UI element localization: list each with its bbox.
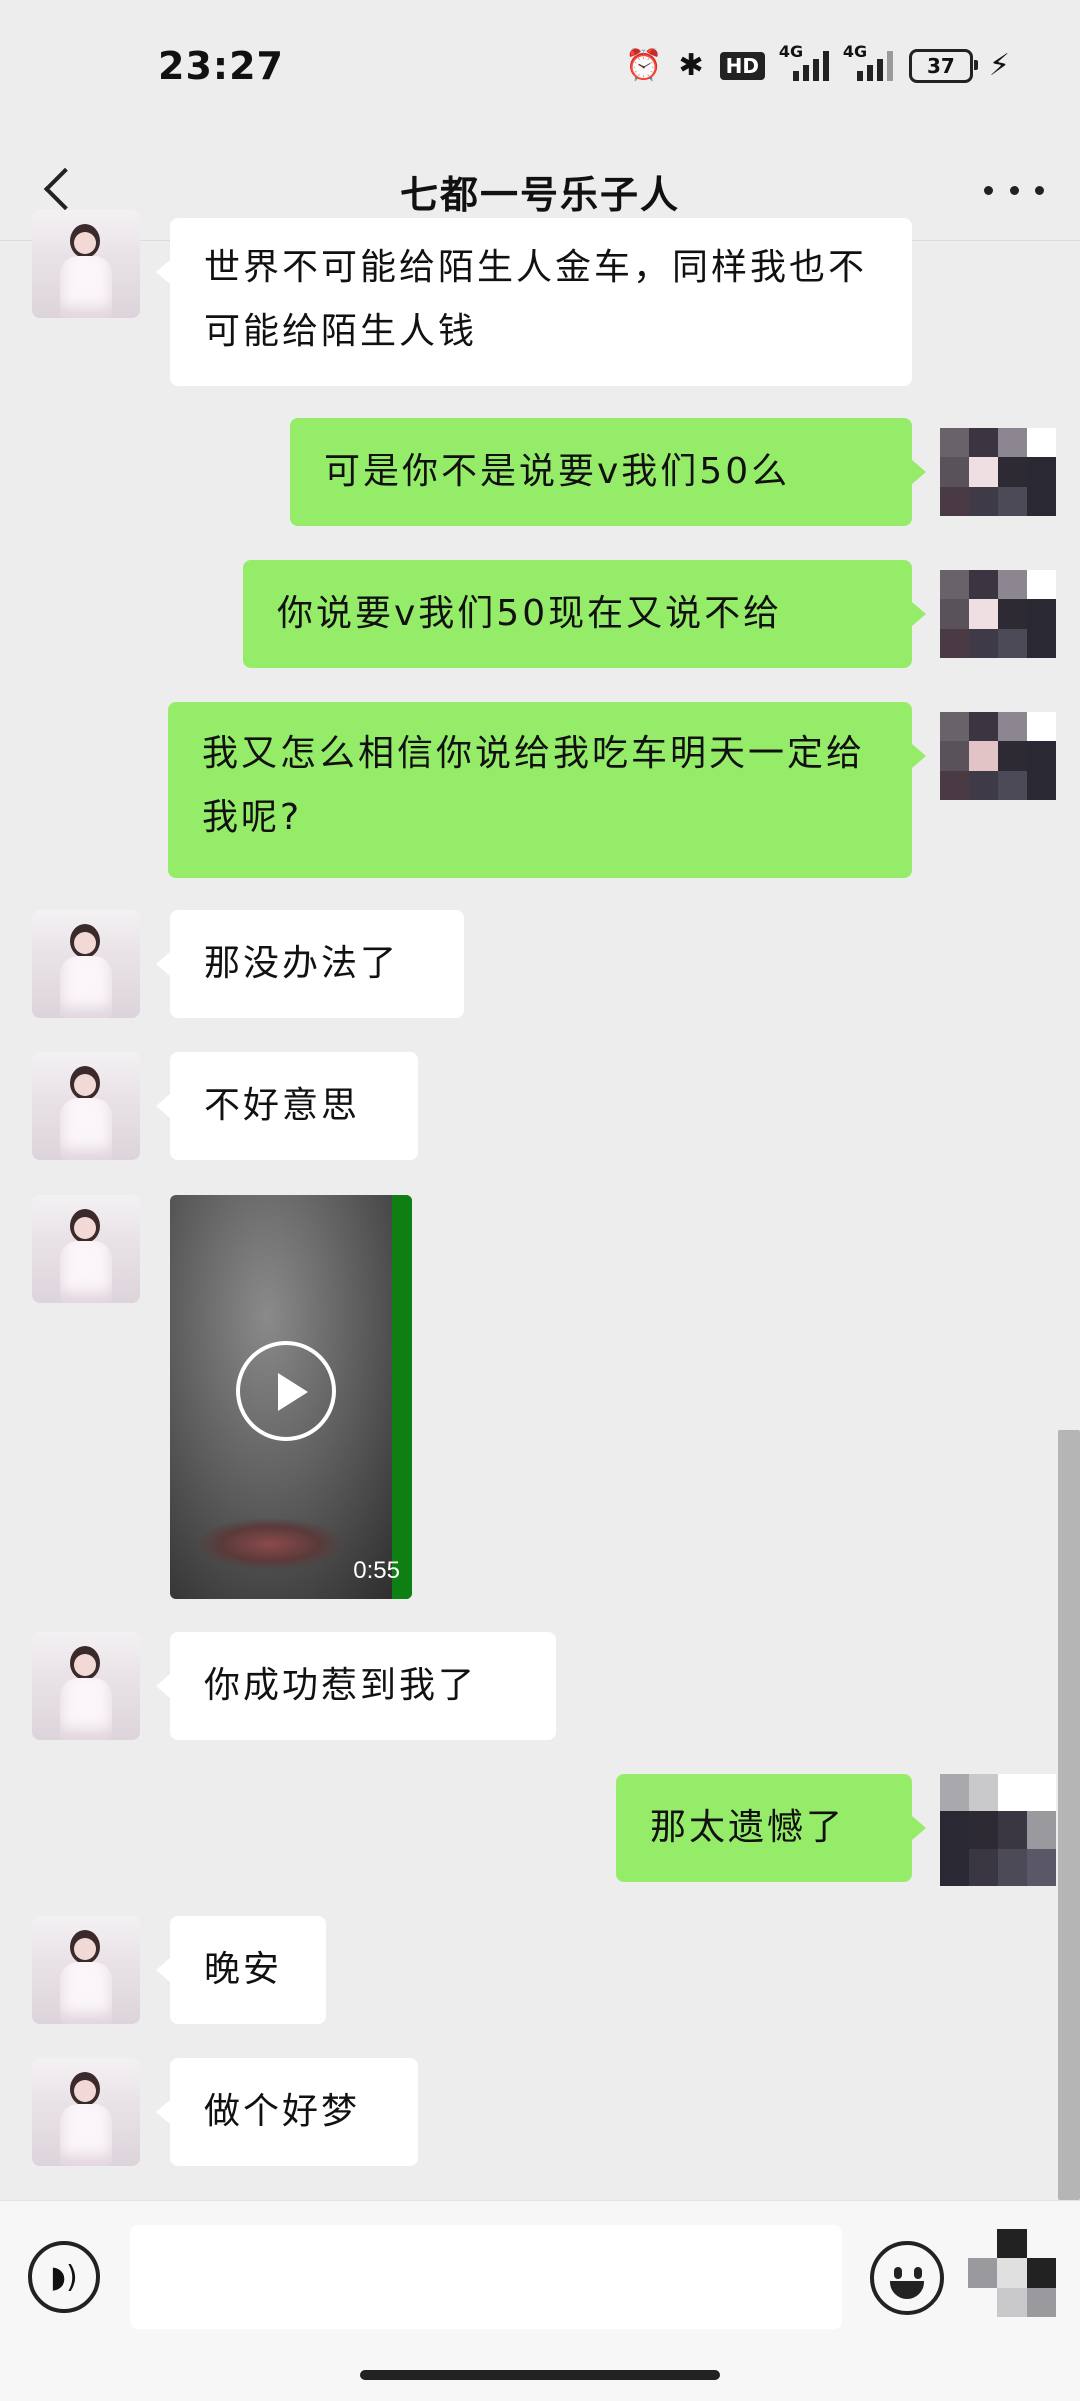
contact-avatar[interactable] bbox=[32, 1052, 140, 1160]
message-text: 世界不可能给陌生人金车，同样我也不可能给陌生人钱 bbox=[204, 247, 868, 352]
signal-icon-2: 4G bbox=[843, 42, 893, 81]
charging-icon: ⚡ bbox=[988, 48, 1010, 83]
battery-level: 37 bbox=[927, 53, 955, 78]
chat-title: 七都一号乐子人 bbox=[399, 173, 680, 217]
message-bubble[interactable]: 那没办法了 bbox=[156, 910, 464, 1018]
message-bubble[interactable]: 做个好梦 bbox=[156, 2058, 418, 2166]
message-bubble[interactable]: 不好意思 bbox=[156, 1052, 418, 1160]
message-text: 那太遗憾了 bbox=[650, 1807, 846, 1848]
message-text: 做个好梦 bbox=[204, 2091, 361, 2132]
message-text: 你说要v我们50现在又说不给 bbox=[277, 593, 783, 634]
message-bubble[interactable]: 你说要v我们50现在又说不给 bbox=[243, 560, 926, 668]
bluetooth-icon: ✱ bbox=[678, 48, 704, 83]
contact-avatar[interactable] bbox=[32, 910, 140, 1018]
message-bubble[interactable]: 我又怎么相信你说给我吃车明天一定给我呢? bbox=[168, 702, 926, 878]
home-indicator[interactable] bbox=[360, 2370, 720, 2380]
contact-avatar[interactable] bbox=[32, 1916, 140, 2024]
message-bubble[interactable]: 可是你不是说要v我们50么 bbox=[290, 418, 926, 526]
message-bubble[interactable]: 你成功惹到我了 bbox=[156, 1632, 556, 1740]
message-text: 晚安 bbox=[204, 1949, 283, 1990]
contact-avatar[interactable] bbox=[32, 1632, 140, 1740]
contact-avatar[interactable] bbox=[32, 210, 140, 318]
status-time: 23:27 bbox=[158, 44, 284, 88]
self-avatar[interactable] bbox=[940, 570, 1056, 658]
self-avatar[interactable] bbox=[940, 428, 1056, 516]
message-text: 你成功惹到我了 bbox=[204, 1665, 478, 1706]
play-icon[interactable] bbox=[236, 1341, 336, 1441]
message-bubble[interactable]: 世界不可能给陌生人金车，同样我也不可能给陌生人钱 bbox=[156, 218, 912, 386]
status-bar: 23:27 ⏰ ✱ HD 4G 4G 37 ⚡ bbox=[0, 0, 1080, 140]
contact-avatar[interactable] bbox=[32, 2058, 140, 2166]
message-input[interactable] bbox=[130, 2225, 842, 2329]
message-text: 我又怎么相信你说给我吃车明天一定给我呢? bbox=[202, 733, 866, 838]
video-duration: 0:55 bbox=[353, 1557, 400, 1584]
signal-icon-1: 4G bbox=[779, 42, 829, 81]
message-text: 那没办法了 bbox=[204, 943, 400, 984]
self-avatar[interactable] bbox=[940, 712, 1056, 800]
voice-icon[interactable]: ◗) bbox=[28, 2241, 100, 2313]
battery-icon: 37 bbox=[908, 48, 978, 83]
network-type-2: 4G bbox=[842, 41, 868, 61]
plus-icon[interactable] bbox=[968, 2229, 1056, 2317]
more-options-button[interactable] bbox=[984, 170, 1044, 210]
scrollbar[interactable] bbox=[1058, 1430, 1080, 2200]
alarm-icon: ⏰ bbox=[625, 48, 663, 83]
video-message[interactable]: 0:55 bbox=[170, 1195, 412, 1599]
message-text: 不好意思 bbox=[204, 1085, 361, 1126]
emoji-icon[interactable] bbox=[870, 2241, 944, 2315]
video-edge-stripe bbox=[392, 1195, 412, 1599]
self-avatar[interactable] bbox=[940, 1774, 1056, 1886]
contact-avatar[interactable] bbox=[32, 1195, 140, 1303]
hd-icon: HD bbox=[719, 51, 765, 80]
status-icons: ⏰ ✱ HD 4G 4G 37 ⚡ bbox=[625, 42, 1010, 83]
message-bubble[interactable]: 那太遗憾了 bbox=[616, 1774, 926, 1882]
network-type-1: 4G bbox=[778, 41, 804, 61]
message-bubble[interactable]: 晚安 bbox=[156, 1916, 326, 2024]
message-text: 可是你不是说要v我们50么 bbox=[324, 451, 791, 492]
